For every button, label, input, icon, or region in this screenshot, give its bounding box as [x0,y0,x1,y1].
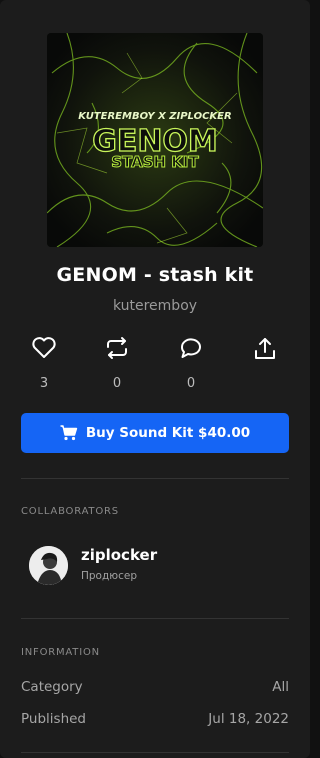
cart-icon [60,425,78,441]
comment-count: 0 [186,376,196,391]
divider [21,478,289,479]
collaborator-role: Продюсер [81,570,137,582]
product-panel: KUTEREMBOY X ZIPLOCKER GENOM STASH KIT G… [0,0,310,758]
repost-icon [107,337,127,359]
collaborators-heading: COLLABORATORS [21,506,119,517]
repost-count: 0 [112,376,122,391]
divider [21,618,289,619]
cover-art-image: KUTEREMBOY X ZIPLOCKER GENOM STASH KIT [47,33,263,247]
buy-button-label: Buy Sound Kit $40.00 [85,425,251,441]
comment-button[interactable]: 0 [167,336,215,392]
avatar [29,546,68,585]
collaborator-item[interactable]: ziplocker Продюсер [29,544,289,588]
info-label: Published [21,711,86,727]
share-button[interactable] [241,336,289,362]
cover-text-top: KUTEREMBOY X ZIPLOCKER [78,111,231,122]
info-row-category: Category All [21,679,289,695]
info-value: Jul 18, 2022 [208,711,289,727]
info-label: Category [21,679,83,695]
info-value: All [272,679,289,695]
information-heading: INFORMATION [21,647,100,658]
heart-icon [32,337,56,358]
collaborator-name: ziplocker [81,546,158,564]
action-bar: 3 0 0 [0,336,310,396]
like-button[interactable]: 3 [20,336,68,392]
avatar-image [29,546,68,585]
cover-art[interactable]: KUTEREMBOY X ZIPLOCKER GENOM STASH KIT [47,33,263,247]
divider [21,752,289,753]
like-count: 3 [39,376,49,391]
buy-sound-kit-button[interactable]: Buy Sound Kit $40.00 [21,413,289,453]
info-row-published: Published Jul 18, 2022 [21,711,289,727]
artist-link[interactable]: kuteremboy [0,298,310,314]
cover-text-sub: STASH KIT [111,153,199,171]
share-icon [255,338,275,359]
repost-button[interactable]: 0 [93,336,141,392]
comment-icon [180,338,201,358]
product-title: GENOM - stash kit [56,264,254,286]
